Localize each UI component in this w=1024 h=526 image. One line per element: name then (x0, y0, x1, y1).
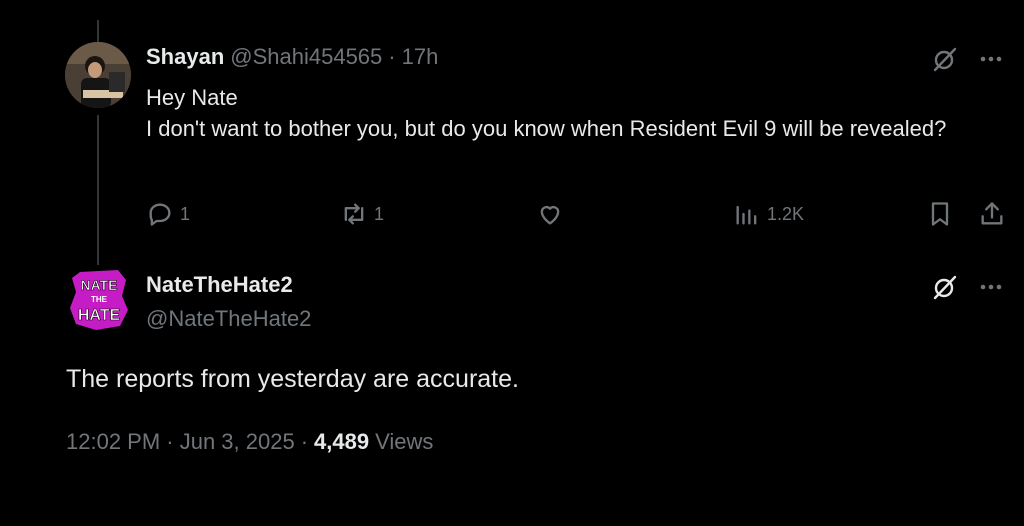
reply-icon (149, 203, 171, 226)
reply-tweet-header: Shayan @Shahi454565 · 17h (146, 44, 438, 70)
tweet-meta: 12:02 PM · Jun 3, 2025 · 4,489 Views (66, 429, 433, 455)
avatar-photo-icon (65, 42, 131, 108)
bookmark-icon (931, 202, 949, 226)
avatar-natethehate[interactable]: NATE THE HATE (66, 266, 132, 332)
time-ago[interactable]: 17h (402, 44, 439, 70)
retweet-button[interactable]: 1 (340, 200, 384, 228)
retweet-count: 1 (374, 203, 385, 224)
svg-text:HATE: HATE (78, 307, 121, 324)
svg-text:THE: THE (91, 295, 108, 304)
reply-count: 1 (180, 203, 191, 224)
timestamp[interactable]: 12:02 PM · Jun 3, 2025 (66, 429, 295, 455)
views-button[interactable]: 1.2K (733, 200, 804, 228)
author-name[interactable]: NateTheHate2 (146, 272, 293, 298)
share-icon (981, 202, 1003, 225)
more-icon[interactable] (977, 273, 1005, 301)
reply-tweet-body: Hey Nate I don't want to bother you, but… (146, 82, 976, 144)
grok-icon[interactable] (931, 273, 959, 301)
separator: · (300, 429, 309, 454)
svg-text:NATE: NATE (80, 277, 117, 293)
author-handle[interactable]: @NateTheHate2 (146, 306, 311, 332)
body-line: I don't want to bother you, but do you k… (146, 116, 947, 141)
bookmark-button[interactable] (926, 200, 954, 228)
like-button[interactable] (536, 200, 570, 228)
more-icon[interactable] (977, 45, 1005, 73)
views-count[interactable]: 4,489 (314, 429, 369, 455)
natethehate-logo-icon: NATE THE HATE (70, 270, 128, 330)
reply-button[interactable]: 1 (146, 200, 190, 228)
avatar-shayan[interactable] (65, 42, 131, 108)
like-icon (540, 206, 560, 225)
views-count: 1.2K (767, 203, 805, 224)
tweet-detail-page: Shayan @Shahi454565 · 17h Hey Nate I don… (0, 0, 1024, 526)
author-name[interactable]: Shayan (146, 44, 224, 70)
body-line: Hey Nate (146, 85, 238, 110)
grok-icon[interactable] (931, 45, 959, 73)
views-icon (736, 205, 757, 225)
main-tweet-body: The reports from yesterday are accurate. (66, 365, 519, 393)
retweet-icon (344, 203, 364, 225)
author-handle[interactable]: @Shahi454565 (230, 44, 382, 70)
thread-connector (97, 115, 99, 265)
thread-connector-top (97, 20, 99, 42)
separator: · (388, 44, 396, 69)
share-button[interactable] (978, 200, 1006, 228)
views-label: Views (375, 429, 434, 454)
